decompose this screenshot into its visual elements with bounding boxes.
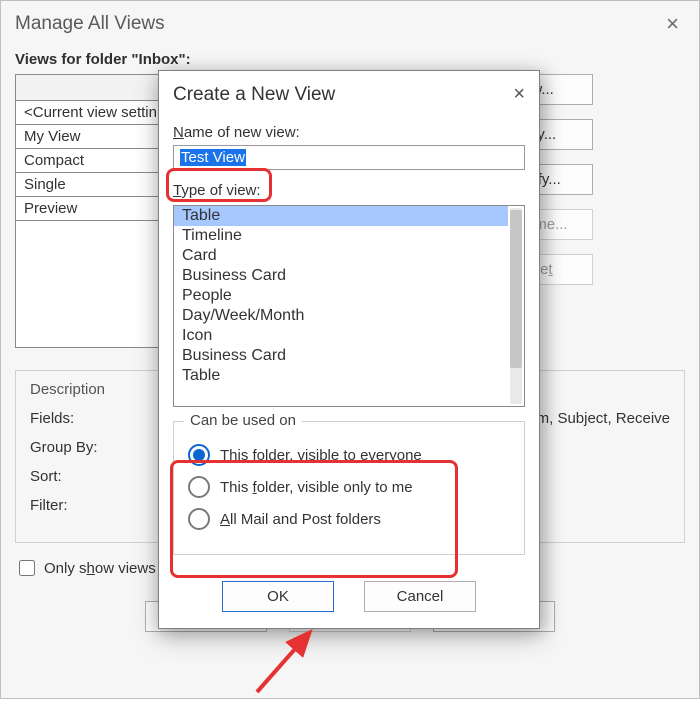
type-item-business-card[interactable]: Business Card: [174, 266, 508, 286]
views-for-label: Views for folder "Inbox":: [15, 51, 685, 68]
type-item-day-week-month[interactable]: Day/Week/Month: [174, 306, 508, 326]
only-show-checkbox[interactable]: [19, 560, 35, 576]
type-item-people[interactable]: People: [174, 286, 508, 306]
type-item-timeline[interactable]: Timeline: [174, 226, 508, 246]
create-view-title: Create a New View: [173, 84, 335, 106]
create-view-titlebar: Create a New View ×: [159, 71, 539, 112]
sort-label: Sort:: [30, 468, 120, 485]
type-item-icon[interactable]: Icon: [174, 326, 508, 346]
type-item-card[interactable]: Card: [174, 246, 508, 266]
name-input-value: Test View: [180, 149, 246, 166]
type-scrollbar[interactable]: [510, 208, 522, 404]
radio-this-folder-everyone[interactable]: This folder, visible to everyone: [188, 444, 510, 466]
type-item-table-2[interactable]: Table: [174, 366, 508, 386]
radio-icon[interactable]: [188, 476, 210, 498]
cancel-button[interactable]: Cancel: [364, 581, 476, 612]
radio-all-mail-post[interactable]: All Mail and Post folders: [188, 508, 510, 530]
name-label: Name of new view:: [173, 124, 525, 141]
manage-views-title: Manage All Views: [15, 13, 165, 35]
close-icon[interactable]: ×: [660, 11, 685, 37]
radio-this-folder-only-me[interactable]: This folder, visible only to me: [188, 476, 510, 498]
radio-label: All Mail and Post folders: [220, 511, 381, 528]
close-icon[interactable]: ×: [513, 83, 525, 106]
can-be-used-on-group: Can be used on This folder, visible to e…: [173, 421, 525, 555]
radio-icon[interactable]: [188, 508, 210, 530]
fields-value-tail: m, Subject, Receive: [537, 410, 670, 427]
radio-label: This folder, visible only to me: [220, 479, 413, 496]
type-label: Type of view:: [173, 182, 525, 199]
type-item-table[interactable]: Table: [174, 206, 508, 226]
groupby-label: Group By:: [30, 439, 120, 456]
radio-icon[interactable]: [188, 444, 210, 466]
manage-views-titlebar: Manage All Views ×: [1, 1, 699, 45]
filter-label: Filter:: [30, 497, 120, 514]
group-legend: Can be used on: [184, 412, 302, 429]
create-view-dialog: Create a New View × Name of new view: Te…: [158, 70, 540, 629]
create-view-footer: OK Cancel: [159, 569, 539, 628]
radio-label: This folder, visible to everyone: [220, 447, 422, 464]
name-input[interactable]: Test View: [173, 145, 525, 170]
type-listbox[interactable]: Table Timeline Card Business Card People…: [173, 205, 525, 407]
ok-button[interactable]: OK: [222, 581, 334, 612]
fields-label: Fields:: [30, 410, 120, 427]
scroll-thumb[interactable]: [510, 210, 522, 368]
type-item-business-card-2[interactable]: Business Card: [174, 346, 508, 366]
